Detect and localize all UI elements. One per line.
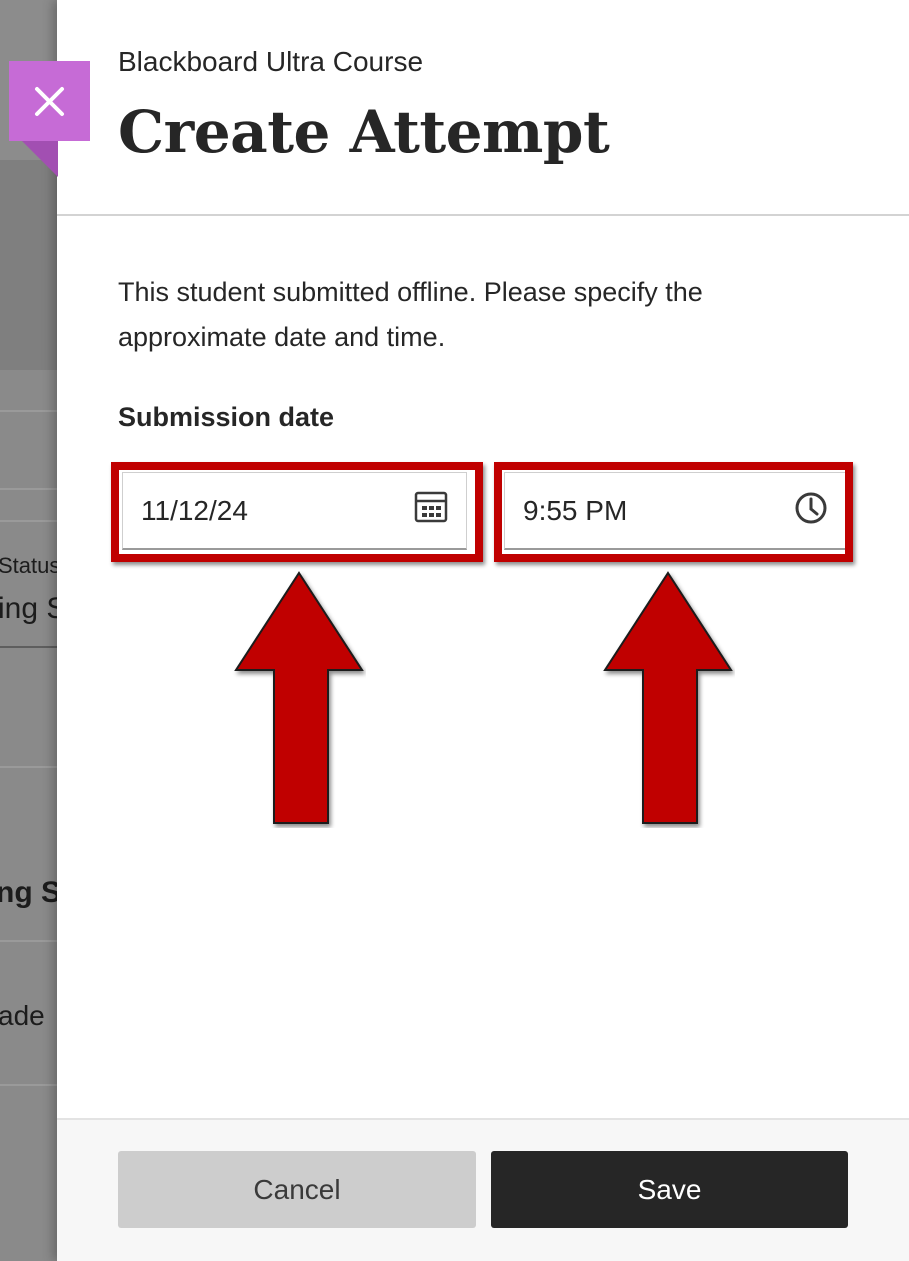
submission-date-label: Submission date <box>118 402 335 432</box>
save-button[interactable]: Save <box>491 1151 848 1228</box>
close-button[interactable] <box>9 61 90 141</box>
background-status-header: Status <box>0 553 57 578</box>
close-icon <box>35 87 64 116</box>
date-arrow-icon <box>234 571 364 824</box>
screen: Status ing S ng St ade Blackboard Ultra … <box>0 0 909 1261</box>
background-status-value: ing S <box>0 592 57 625</box>
background-row-label: ade <box>0 1000 45 1031</box>
course-name: Blackboard Ultra Course <box>118 46 424 77</box>
time-arrow-icon <box>603 571 733 824</box>
create-attempt-panel: Blackboard Ultra Course Create Attempt T… <box>57 0 909 1261</box>
background-row-label-bold: ng St <box>0 876 57 909</box>
background-page: Status ing S ng St ade <box>0 0 57 1261</box>
instructions-text: This student submitted offline. Please s… <box>118 277 703 352</box>
header-divider <box>57 214 909 216</box>
panel-title: Create Attempt <box>118 98 610 166</box>
close-tab-fold <box>22 141 58 177</box>
time-highlight-frame <box>494 462 853 562</box>
date-highlight-frame <box>111 462 483 562</box>
cancel-button[interactable]: Cancel <box>118 1151 476 1228</box>
